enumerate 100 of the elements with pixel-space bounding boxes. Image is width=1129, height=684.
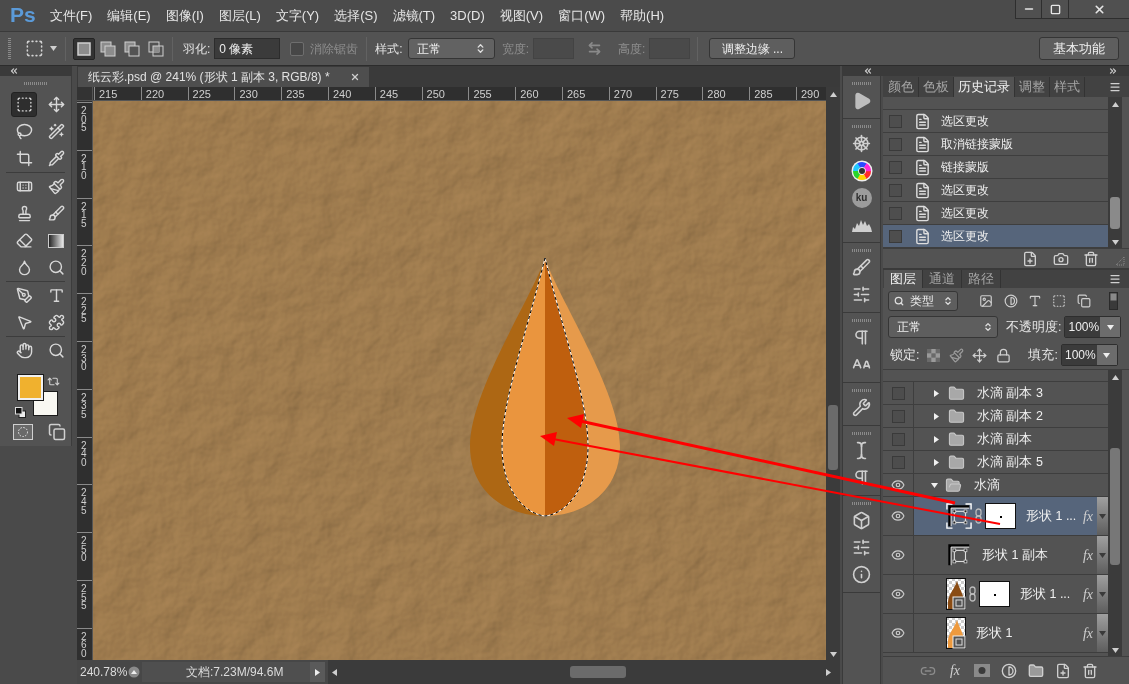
panel-grip-icon[interactable] — [851, 81, 872, 85]
snapshot-checkbox[interactable] — [889, 114, 902, 128]
minimize-button[interactable] — [1015, 0, 1042, 19]
layer-row[interactable]: 形状 1 ... fx — [883, 497, 1108, 536]
snapshot-checkbox[interactable] — [889, 183, 902, 197]
pilcrow-icon[interactable] — [852, 468, 871, 487]
menu-item[interactable]: 选择(S) — [334, 7, 378, 24]
eye-icon[interactable] — [891, 626, 905, 640]
default-colors-icon[interactable] — [15, 407, 26, 419]
sliders-icon[interactable] — [852, 538, 871, 557]
brush-icon[interactable] — [852, 258, 871, 277]
layer-row[interactable]: 形状 1 fx — [883, 614, 1108, 653]
new-document-icon[interactable] — [1022, 250, 1038, 267]
snapshot-checkbox[interactable] — [889, 229, 902, 243]
vector-mask-thumbnail[interactable] — [946, 503, 972, 529]
expand-arrow-icon[interactable] — [934, 458, 939, 466]
filter-kind-select[interactable]: 类型 — [888, 290, 958, 311]
checkerboard-icon[interactable] — [927, 348, 941, 362]
image-icon[interactable] — [979, 293, 993, 308]
trash-icon[interactable] — [1083, 250, 1099, 267]
effects-indicator[interactable]: fx — [1082, 505, 1093, 527]
resize-grip-icon[interactable] — [1116, 257, 1125, 266]
kuler-button[interactable]: ku — [851, 187, 872, 208]
quick-mask-icon[interactable] — [13, 423, 33, 440]
half-circle-icon[interactable] — [1001, 662, 1017, 679]
layer-row[interactable]: 形状 1 副本 fx — [883, 536, 1108, 575]
lock-icon[interactable] — [996, 347, 1012, 363]
history-item[interactable]: 取消链接蒙版 — [883, 133, 1108, 156]
eye-icon[interactable] — [891, 509, 905, 523]
menu-item[interactable]: 帮助(H) — [620, 7, 665, 24]
scroll-up-icon[interactable] — [1111, 374, 1119, 380]
circle-up-icon[interactable] — [128, 666, 140, 678]
expand-arrow-icon[interactable] — [931, 482, 938, 488]
scrollbar-thumb[interactable] — [1110, 448, 1120, 565]
scroll-left-icon[interactable] — [331, 668, 337, 676]
eye-icon[interactable] — [891, 587, 905, 601]
fill-input[interactable]: 100% — [1060, 344, 1118, 366]
collapse-icon[interactable] — [863, 66, 873, 76]
history-item[interactable]: 选区更改 — [883, 179, 1108, 202]
eye-icon[interactable] — [891, 478, 905, 492]
snapshot-checkbox[interactable] — [889, 137, 902, 151]
vertical-scrollbar[interactable] — [1108, 370, 1122, 656]
menu-item[interactable]: 编辑(E) — [107, 7, 151, 24]
mask-icon[interactable] — [974, 664, 990, 677]
scroll-up-icon[interactable] — [1111, 101, 1119, 107]
trash-icon[interactable] — [1082, 662, 1098, 679]
expand-arrow-icon[interactable] — [934, 389, 939, 397]
ship-wheel-icon[interactable] — [852, 134, 871, 153]
effects-expand-button[interactable] — [1097, 575, 1108, 613]
vertical-scrollbar[interactable] — [1108, 97, 1122, 248]
workspace-button[interactable]: 基本功能 — [1039, 37, 1119, 60]
panel-menu-icon[interactable] — [1109, 81, 1121, 93]
document-tab[interactable]: 纸云彩.psd @ 241% (形状 1 副本 3, RGB/8) * — [78, 67, 369, 87]
new-page-icon[interactable] — [1055, 662, 1071, 679]
document-info-field[interactable]: 文档:7.23M/94.6M — [142, 662, 310, 682]
layer-row[interactable]: 水滴 副本 5 — [883, 451, 1108, 474]
camera-icon[interactable] — [1053, 250, 1069, 267]
blend-mode-select[interactable]: 正常 — [888, 316, 998, 338]
layer-row[interactable]: 水滴 副本 3 — [883, 382, 1108, 405]
status-menu-button[interactable] — [310, 662, 325, 682]
half-circle-icon[interactable] — [1004, 293, 1018, 308]
panel-grip-icon[interactable] — [23, 82, 48, 86]
visibility-checkbox[interactable] — [891, 386, 905, 400]
feather-input[interactable]: 0 像素 — [214, 38, 281, 59]
chain-link-icon[interactable] — [969, 586, 976, 602]
type-icon[interactable] — [1028, 293, 1042, 308]
horizontal-scrollbar[interactable] — [328, 660, 840, 684]
close-icon[interactable] — [350, 72, 360, 82]
vector-mask-thumbnail[interactable] — [946, 542, 972, 568]
menu-item[interactable]: 文件(F) — [49, 7, 93, 24]
panel-menu-icon[interactable] — [1109, 273, 1121, 285]
panel-grip-icon[interactable] — [851, 388, 872, 392]
folder-icon[interactable] — [1028, 662, 1044, 679]
brush-icon[interactable] — [949, 347, 965, 363]
layer-row[interactable]: 形状 1 ... fx — [883, 575, 1108, 614]
menu-item[interactable]: 3D(D) — [450, 7, 485, 24]
mask-thumbnail[interactable] — [985, 503, 1016, 529]
visibility-checkbox[interactable] — [891, 432, 905, 446]
sliders-icon[interactable] — [852, 285, 871, 304]
panel-grip-icon[interactable] — [8, 37, 11, 60]
expand-arrow-icon[interactable] — [934, 435, 939, 443]
foreground-color-swatch[interactable] — [18, 375, 43, 401]
history-item[interactable]: 选区更改 — [883, 225, 1108, 248]
dashed-square-icon[interactable] — [1052, 293, 1066, 308]
scroll-up-icon[interactable] — [829, 91, 837, 97]
close-button[interactable] — [1069, 0, 1129, 19]
menu-item[interactable]: 视图(V) — [499, 7, 544, 24]
panel-grip-icon[interactable] — [851, 124, 872, 128]
scrollbar-thumb[interactable] — [828, 405, 838, 470]
panel-tab[interactable]: 图层 — [884, 270, 923, 288]
scroll-down-icon[interactable] — [1111, 647, 1119, 653]
overlapping-squares-icon[interactable] — [1077, 293, 1091, 308]
menu-item[interactable]: 文字(Y) — [275, 7, 320, 24]
style-select[interactable]: 正常 — [407, 38, 495, 59]
panel-grip-icon[interactable] — [851, 318, 872, 322]
menu-item[interactable]: 滤镜(T) — [392, 7, 436, 24]
history-item[interactable]: 选区更改 — [883, 110, 1108, 133]
layer-row[interactable]: 水滴 — [883, 474, 1108, 497]
zoom-level[interactable]: 240.78% — [80, 663, 128, 681]
panel-grip-icon[interactable] — [851, 431, 872, 435]
